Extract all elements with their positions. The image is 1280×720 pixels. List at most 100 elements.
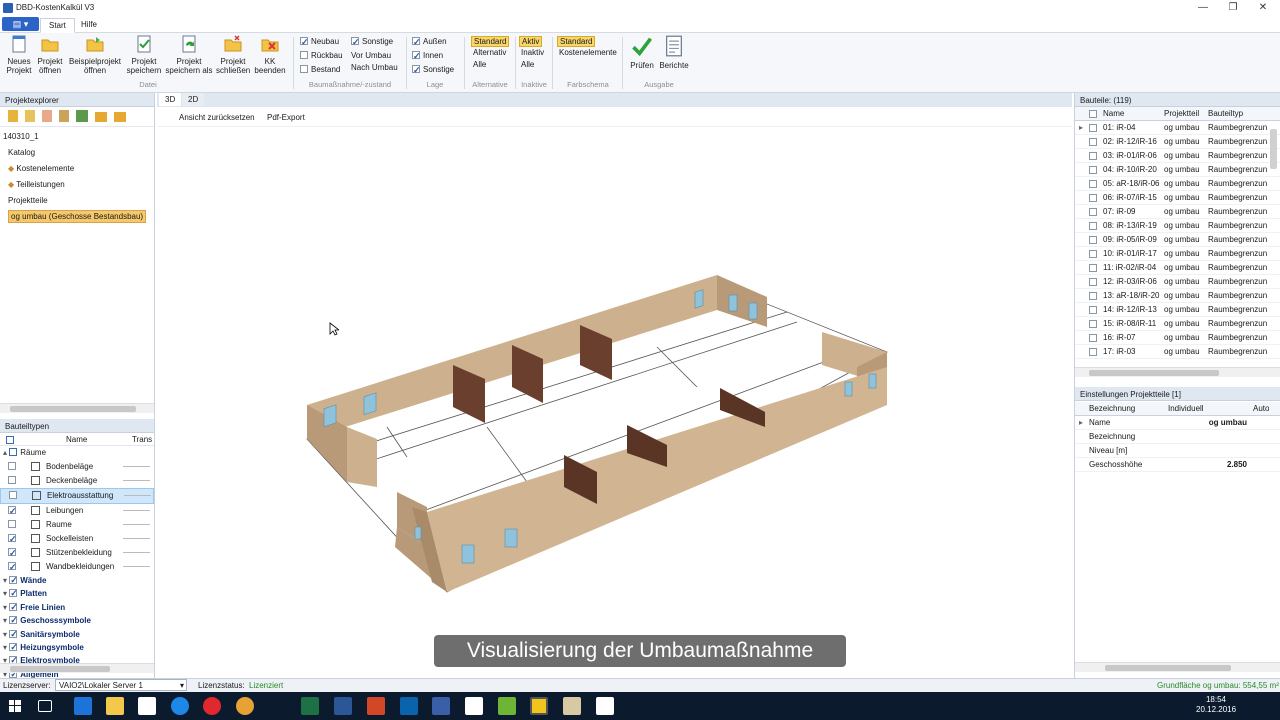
toolbar-delete-icon[interactable]: [42, 110, 52, 122]
app-icon-c[interactable]: [596, 697, 614, 715]
app-icon-green[interactable]: [498, 697, 516, 715]
table-row[interactable]: 14: iR-12/iR-13 og umbau Raumbegrenzun: [1075, 303, 1280, 317]
bauteiltyp-group[interactable]: ▾ Heizungsymbole: [0, 641, 154, 654]
table-row[interactable]: 17: iR-03 og umbau Raumbegrenzun: [1075, 345, 1280, 359]
bauteiltyp-item[interactable]: Wandbekleidungen: [0, 560, 154, 574]
option-alle-alt[interactable]: Alle: [473, 58, 486, 72]
option-nach-umbau[interactable]: Nach Umbau: [351, 61, 398, 75]
store-icon[interactable]: [138, 697, 156, 715]
bauteiltyp-group[interactable]: ▾ Freie Linien: [0, 601, 154, 614]
row-checkbox[interactable]: [1089, 222, 1097, 230]
row-checkbox[interactable]: [1089, 124, 1097, 132]
bauteiltyp-item[interactable]: Bodenbeläge: [0, 460, 154, 474]
explorer-hscroll[interactable]: [0, 403, 154, 413]
row-checkbox[interactable]: [1089, 334, 1097, 342]
restore-button[interactable]: ❐: [1218, 0, 1248, 16]
save-project-button[interactable]: Projekt speichern: [126, 35, 162, 75]
bauteiltyp-group[interactable]: ▾ Wände: [0, 574, 154, 587]
check-sonstige-lage[interactable]: Sonstige: [412, 63, 454, 77]
settings-row[interactable]: Geschosshöhe 2.850: [1075, 458, 1280, 472]
bauteiltyp-item[interactable]: Deckenbeläge: [0, 474, 154, 488]
trans-slider[interactable]: [123, 538, 150, 539]
toolbar-tool-4-icon[interactable]: [59, 110, 69, 122]
check-rueckbau[interactable]: Rückbau: [300, 49, 343, 63]
bauteiltyp-group[interactable]: ▾ Platten: [0, 587, 154, 600]
select-all-checkbox[interactable]: [6, 436, 14, 444]
app-menu-button[interactable]: ▤ ▾: [2, 17, 39, 31]
word-icon[interactable]: [334, 697, 352, 715]
edge-icon[interactable]: [74, 697, 92, 715]
bauteiltypen-hscroll[interactable]: [0, 663, 154, 673]
toolbar-tool-2-icon[interactable]: [25, 110, 35, 122]
new-project-button[interactable]: Neues Projekt: [3, 35, 35, 75]
row-checkbox[interactable]: [1089, 250, 1097, 258]
table-row[interactable]: 04: iR-10/iR-20 og umbau Raumbegrenzun: [1075, 163, 1280, 177]
settings-value[interactable]: og umbau: [1167, 416, 1247, 430]
row-checkbox[interactable]: [1089, 320, 1097, 328]
scroll-thumb[interactable]: [1089, 370, 1219, 376]
check-sonstige-bau[interactable]: Sonstige: [351, 35, 393, 49]
check-aussen[interactable]: Außen: [412, 35, 447, 49]
save-as-button[interactable]: Projekt speichern als: [164, 35, 214, 75]
close-project-button[interactable]: Projekt schließen: [216, 35, 250, 75]
row-checkbox[interactable]: [1089, 152, 1097, 160]
check-bestand[interactable]: Bestand: [300, 63, 340, 77]
toolbar-tool-1-icon[interactable]: [8, 110, 18, 122]
toolbar-tool-7-icon[interactable]: [114, 112, 126, 122]
bauteiltyp-item[interactable]: Sockelleisten: [0, 532, 154, 546]
exit-kk-button[interactable]: KK beenden: [253, 35, 287, 75]
tree-katalog[interactable]: Katalog: [3, 145, 151, 161]
option-alle-inaktiv[interactable]: Alle: [521, 58, 534, 72]
trans-slider[interactable]: [123, 510, 150, 511]
tree-selected-projektteil[interactable]: og umbau (Geschosse Bestandsbau): [3, 209, 151, 225]
lizenzserver-select[interactable]: VAIO2\Lokaler Server 1 ▾: [55, 679, 187, 691]
app-icon-blue[interactable]: [432, 697, 450, 715]
group-raeume[interactable]: ▴ Räume: [0, 446, 154, 460]
bauteiltyp-group[interactable]: ▾ Geschosssymbole: [0, 614, 154, 627]
excel-icon[interactable]: [301, 697, 319, 715]
windows-start-icon[interactable]: [9, 700, 21, 712]
tab-3d[interactable]: 3D: [159, 93, 182, 106]
table-row[interactable]: 06: iR-07/iR-15 og umbau Raumbegrenzun: [1075, 191, 1280, 205]
table-row[interactable]: 16: iR-07 og umbau Raumbegrenzun: [1075, 331, 1280, 345]
table-row[interactable]: 09: iR-05/iR-09 og umbau Raumbegrenzun: [1075, 233, 1280, 247]
kk-app-icon[interactable]: [530, 697, 548, 715]
row-checkbox[interactable]: [1089, 278, 1097, 286]
tree-projektteile[interactable]: Projektteile: [3, 193, 151, 209]
check-neubau[interactable]: Neubau: [300, 35, 339, 49]
pruefen-button[interactable]: Prüfen: [628, 35, 656, 70]
bauteile-hscroll[interactable]: [1075, 367, 1280, 377]
open-project-button[interactable]: Projekt öffnen: [35, 35, 65, 75]
trans-slider[interactable]: [123, 552, 150, 553]
scroll-thumb[interactable]: [1105, 665, 1231, 671]
bauteiltyp-item[interactable]: Stützenbekleidung: [0, 546, 154, 560]
minimize-button[interactable]: —: [1188, 0, 1218, 16]
opera-icon[interactable]: [203, 697, 221, 715]
chrome-icon[interactable]: [236, 697, 254, 715]
row-checkbox[interactable]: [1089, 138, 1097, 146]
check-innen[interactable]: Innen: [412, 49, 443, 63]
app-icon-house[interactable]: [563, 697, 581, 715]
explorer-icon[interactable]: [106, 697, 124, 715]
trans-slider[interactable]: [123, 524, 150, 525]
row-checkbox[interactable]: [1089, 166, 1097, 174]
table-row[interactable]: 02: iR-12/iR-16 og umbau Raumbegrenzun: [1075, 135, 1280, 149]
option-kostenelemente[interactable]: Kostenelemente: [559, 46, 617, 60]
row-checkbox[interactable]: [1089, 194, 1097, 202]
scroll-thumb[interactable]: [10, 406, 136, 412]
row-checkbox[interactable]: [1089, 208, 1097, 216]
tab-start[interactable]: Start: [40, 18, 75, 33]
table-row[interactable]: 10: iR-01/iR-17 og umbau Raumbegrenzun: [1075, 247, 1280, 261]
tree-root[interactable]: 140310_1: [3, 129, 151, 145]
bauteiltyp-item[interactable]: Leibungen: [0, 504, 154, 518]
tree-teilleistungen[interactable]: ◆ Teilleistungen: [3, 177, 151, 193]
trans-slider[interactable]: [123, 566, 150, 567]
ie-icon[interactable]: [171, 697, 189, 715]
toolbar-tool-5-icon[interactable]: [76, 110, 88, 122]
task-view-icon[interactable]: [38, 700, 52, 712]
outlook-icon[interactable]: [400, 697, 418, 715]
table-row[interactable]: 12: iR-03/iR-06 og umbau Raumbegrenzun: [1075, 275, 1280, 289]
trans-slider[interactable]: [123, 466, 150, 467]
table-row[interactable]: 15: iR-08/iR-11 og umbau Raumbegrenzun: [1075, 317, 1280, 331]
bauteiltyp-item[interactable]: Raume: [0, 518, 154, 532]
